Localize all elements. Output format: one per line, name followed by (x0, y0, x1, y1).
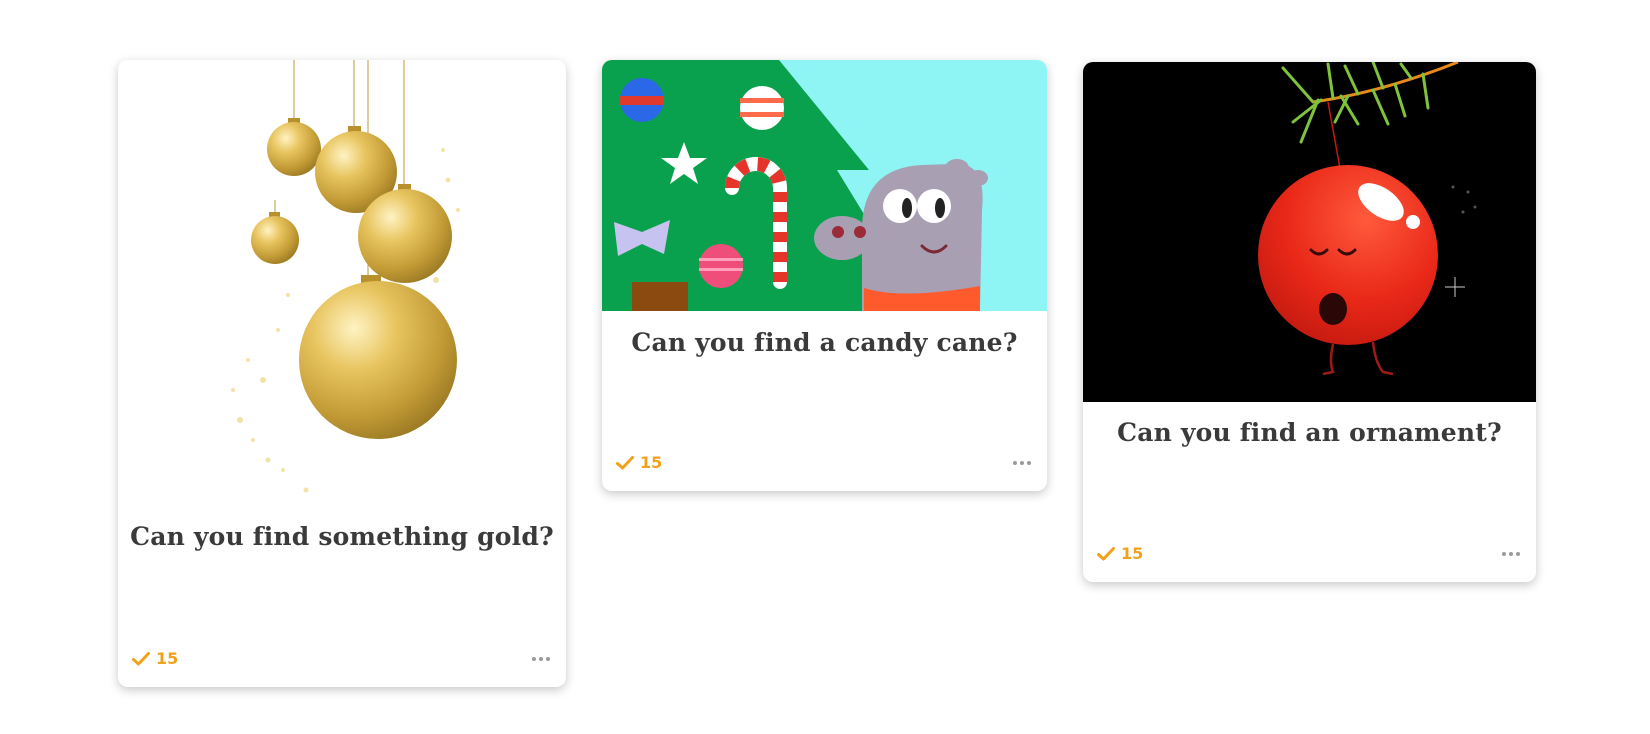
more-options-icon (1013, 461, 1017, 465)
completion-count[interactable]: 15 (616, 453, 662, 472)
check-icon (1097, 546, 1115, 561)
card-image-red-ornament (1083, 62, 1536, 402)
card-title: Can you find something gold? (130, 522, 554, 551)
card-title: Can you find an ornament? (1117, 418, 1502, 447)
completion-count-value: 15 (640, 453, 663, 472)
completion-count[interactable]: 15 (1097, 544, 1143, 563)
more-options-button[interactable] (1011, 458, 1033, 468)
card-footer: 15 (1097, 544, 1522, 566)
completion-count[interactable]: 15 (132, 649, 178, 668)
completion-count-value: 15 (1121, 544, 1144, 563)
card-footer: 15 (132, 649, 552, 671)
check-icon (132, 651, 150, 666)
card-image-candy-cane (602, 60, 1047, 311)
check-icon (616, 455, 634, 470)
more-options-icon (1502, 552, 1506, 556)
card-title: Can you find a candy cane? (631, 328, 1018, 357)
card-image-gold-ornaments (118, 60, 566, 500)
more-options-button[interactable] (530, 654, 552, 664)
activity-card[interactable]: Can you find an ornament? 15 (1083, 62, 1536, 582)
completion-count-value: 15 (156, 649, 179, 668)
activity-card[interactable]: Can you find something gold? 15 (118, 60, 566, 687)
more-options-button[interactable] (1500, 549, 1522, 559)
card-footer: 15 (616, 453, 1033, 475)
more-options-icon (532, 657, 536, 661)
activity-card[interactable]: Can you find a candy cane? 15 (602, 60, 1047, 491)
